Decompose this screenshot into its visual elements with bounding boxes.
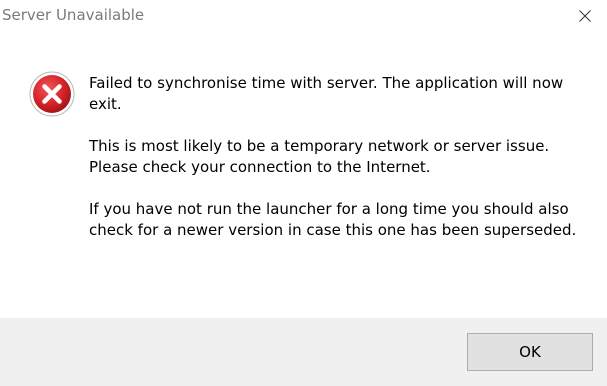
close-icon bbox=[579, 9, 591, 22]
message-paragraph-network: This is most likely to be a temporary ne… bbox=[89, 137, 550, 176]
message-dialog: Server Unavailable Failed to synchronise… bbox=[0, 0, 607, 386]
close-button[interactable] bbox=[563, 0, 607, 31]
dialog-content: Failed to synchronise time with server. … bbox=[0, 31, 607, 318]
message-paragraph-update: If you have not run the launcher for a l… bbox=[89, 200, 577, 239]
message-text: Failed to synchronise time with server. … bbox=[89, 73, 589, 262]
error-icon bbox=[29, 71, 75, 117]
button-bar: OK bbox=[0, 318, 607, 386]
title-bar[interactable]: Server Unavailable bbox=[0, 0, 607, 31]
window-title: Server Unavailable bbox=[2, 6, 145, 24]
message-paragraph-error: Failed to synchronise time with server. … bbox=[89, 74, 564, 113]
ok-button[interactable]: OK bbox=[467, 333, 593, 371]
